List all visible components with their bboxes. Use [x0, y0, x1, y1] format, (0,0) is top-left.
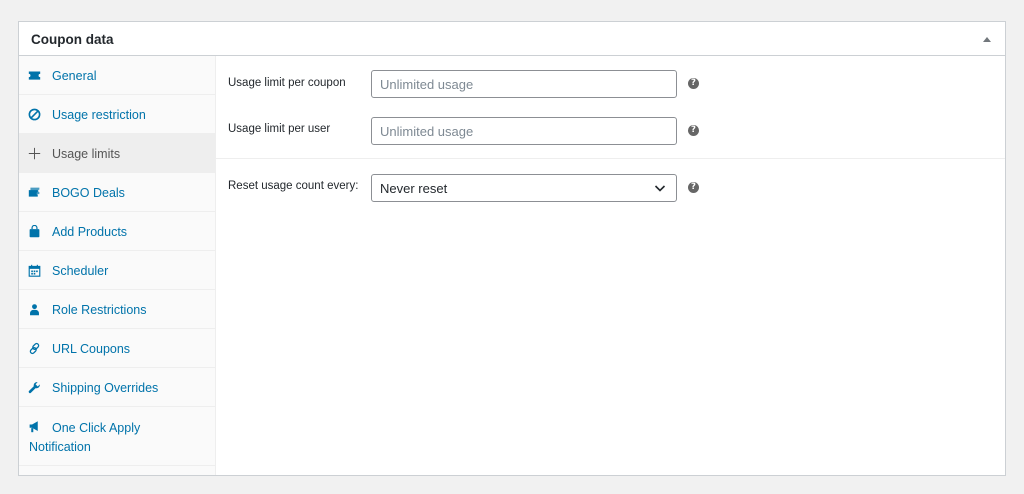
- coupon-tabs: General Usage restriction Usage limits B…: [19, 56, 216, 475]
- usage-limit-per-user-input[interactable]: [371, 117, 677, 145]
- tab-general[interactable]: General: [19, 56, 215, 95]
- chevron-down-icon: [654, 185, 666, 192]
- panel-title: Coupon data: [31, 32, 114, 47]
- usage-limit-per-coupon-label: Usage limit per coupon: [228, 77, 346, 89]
- tab-label: Usage limits: [52, 147, 121, 161]
- usage-limit-per-user-label: Usage limit per user: [228, 123, 331, 135]
- link-icon: [29, 342, 40, 355]
- tab-scheduler[interactable]: Scheduler: [19, 251, 215, 290]
- tab-label: Scheduler: [52, 264, 109, 278]
- tab-label: Role Restrictions: [52, 303, 147, 317]
- section-divider: [216, 158, 1005, 159]
- plus-icon: [28, 147, 41, 160]
- usage-limits-panel: Usage limit per coupon ? Usage limit per…: [216, 56, 1005, 475]
- tab-label: General: [52, 69, 97, 83]
- tab-label: BOGO Deals: [52, 186, 125, 200]
- tab-shipping-overrides[interactable]: Shipping Overrides: [19, 368, 215, 407]
- block-icon: [28, 108, 41, 121]
- help-icon[interactable]: ?: [688, 125, 699, 136]
- tab-one-click-apply-notification[interactable]: One Click Apply Notification: [19, 407, 215, 466]
- tab-usage-limits[interactable]: Usage limits: [19, 134, 215, 173]
- tab-label: Shipping Overrides: [52, 381, 159, 395]
- tab-label: One Click Apply Notification: [29, 421, 141, 454]
- reset-usage-count-select[interactable]: Never reset: [371, 174, 677, 202]
- collapse-toggle-icon[interactable]: [983, 37, 991, 42]
- tab-usage-restriction[interactable]: Usage restriction: [19, 95, 215, 134]
- tab-add-products[interactable]: Add Products: [19, 212, 215, 251]
- coupon-data-panel: Coupon data General Usage restriction Us…: [18, 21, 1006, 476]
- wrench-icon: [28, 382, 40, 394]
- tab-url-coupons[interactable]: URL Coupons: [19, 329, 215, 368]
- reset-usage-count-label: Reset usage count every:: [228, 180, 359, 192]
- help-icon[interactable]: ?: [688, 78, 699, 89]
- tab-bogo-deals[interactable]: BOGO Deals: [19, 173, 215, 212]
- calendar-icon: [28, 264, 41, 277]
- tab-role-restrictions[interactable]: Role Restrictions: [19, 290, 215, 329]
- user-icon: [30, 304, 39, 316]
- usage-limit-per-coupon-input[interactable]: [371, 70, 677, 98]
- panel-header[interactable]: Coupon data: [19, 22, 1005, 56]
- help-icon[interactable]: ?: [688, 182, 699, 193]
- reset-usage-count-value: Never reset: [380, 181, 448, 196]
- bag-icon: [29, 225, 40, 238]
- tab-label: Usage restriction: [52, 108, 146, 122]
- tab-label: URL Coupons: [52, 342, 131, 356]
- ticket-icon: [28, 71, 41, 80]
- tickets-icon: [28, 187, 40, 197]
- tab-label: Add Products: [52, 225, 128, 239]
